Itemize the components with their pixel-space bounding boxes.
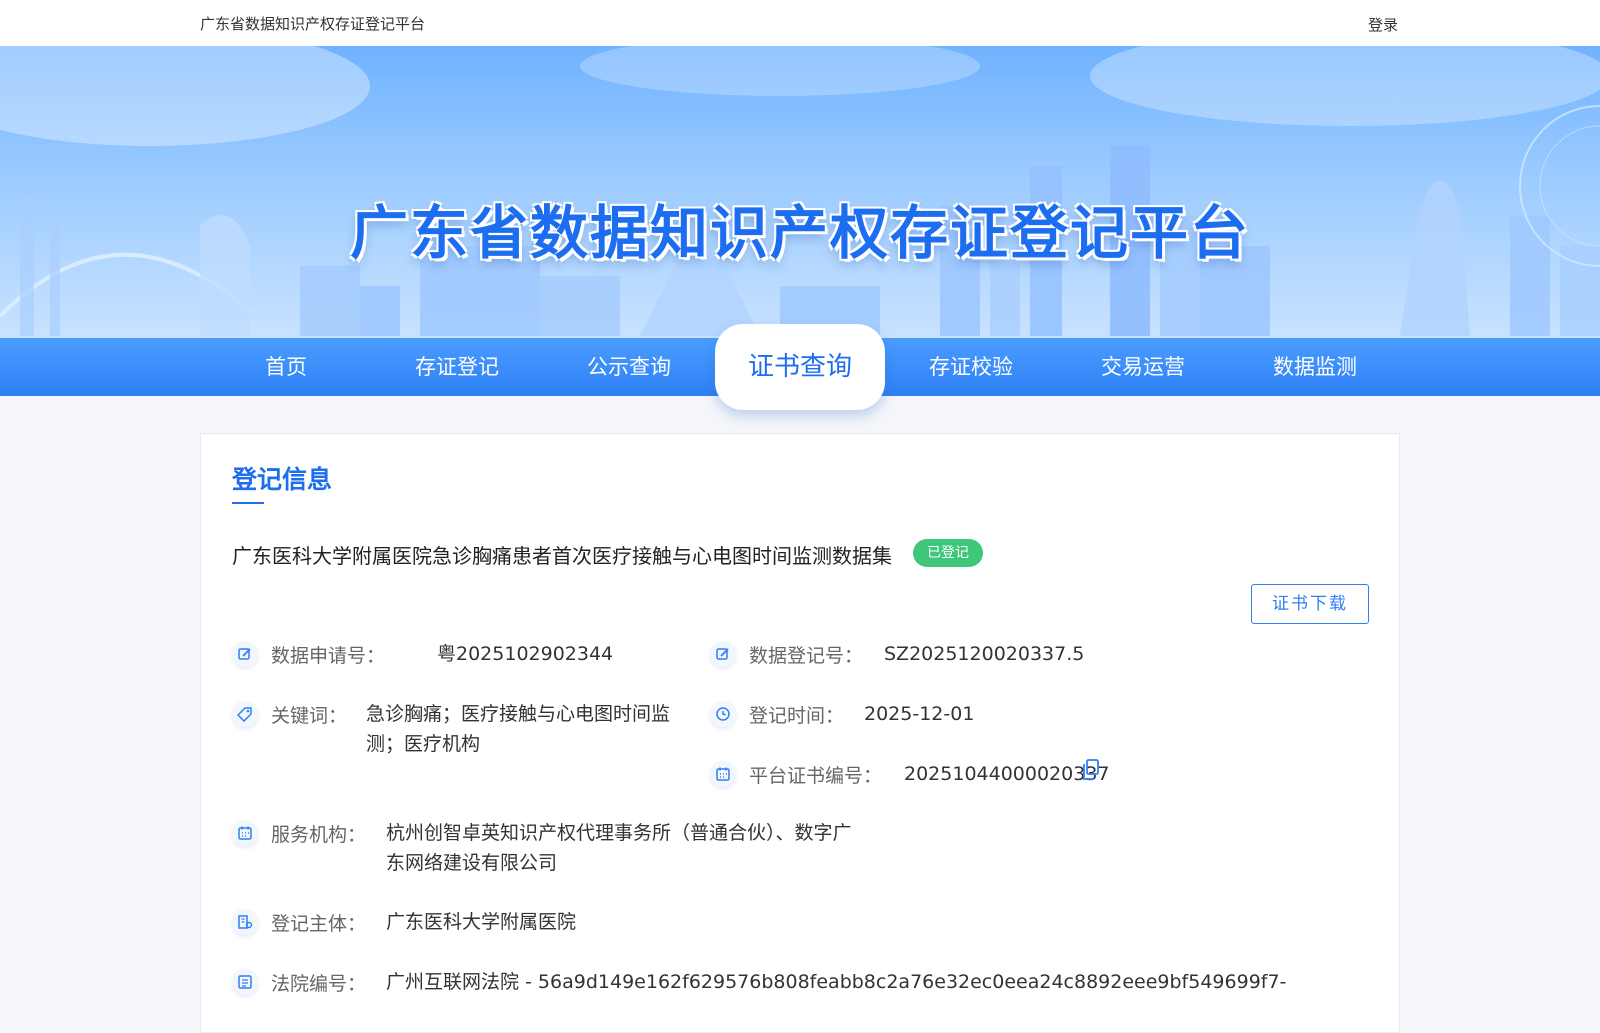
field-label: 服务机构： <box>271 824 367 846</box>
court-no-value: 广州互联网法院 - 56a9d149e162f629576b808feabb8c… <box>386 971 1287 993</box>
registration-info-card: 登记信息 广东医科大学附属医院急诊胸痛患者首次医疗接触与心电图时间监测数据集 已… <box>200 433 1400 1033</box>
field-court-no: 法院编号： 广州互联网法院 - 56a9d149e162f629576b808f… <box>232 969 1372 999</box>
field-service-org: 服务机构： 杭州创智卓英知识产权代理事务所（普通合伙）、数字广 东网络建设有限公… <box>232 820 912 890</box>
registration-no-value: SZ2025120020337.5 <box>884 643 1085 665</box>
field-label: 数据登记号： <box>749 645 864 667</box>
main-nav: 首页 存证登记 公示查询 证书查询 存证校验 交易运营 数据监测 <box>0 324 1600 410</box>
dataset-title: 广东医科大学附属医院急诊胸痛患者首次医疗接触与心电图时间监测数据集 <box>232 544 892 568</box>
service-org-value-line1: 杭州创智卓英知识产权代理事务所（普通合伙）、数字广 <box>386 822 852 844</box>
section-title: 登记信息 <box>232 465 333 494</box>
field-label: 平台证书编号： <box>749 765 883 787</box>
clock-icon <box>710 701 736 727</box>
field-label: 数据申请号： <box>271 645 386 667</box>
top-bar: 广东省数据知识产权存证登记平台 登录 <box>0 0 1600 46</box>
edit-icon <box>710 641 736 667</box>
edit-icon <box>232 641 258 667</box>
registrant-value: 广东医科大学附属医院 <box>386 911 577 933</box>
calendar-icon <box>232 820 258 846</box>
document-icon <box>232 969 258 995</box>
nav-monitor[interactable]: 数据监测 <box>1230 338 1400 396</box>
certificate-no-value: 20251044000020337 <box>904 763 1110 785</box>
banner-title: 广东省数据知识产权存证登记平台 <box>349 199 1250 267</box>
field-application-no: 数据申请号： 粤2025102902344 <box>232 641 672 671</box>
field-registrant: 登记主体： 广东医科大学附属医院 <box>232 909 732 939</box>
section-underline <box>232 502 264 504</box>
certificate-download-button[interactable]: 证书下载 <box>1251 584 1369 624</box>
site-name: 广东省数据知识产权存证登记平台 <box>200 15 426 33</box>
application-no-value: 粤2025102902344 <box>437 643 614 665</box>
registration-time-value: 2025-12-01 <box>864 703 975 725</box>
calendar-icon <box>710 761 736 787</box>
nav-certificate-query[interactable]: 证书查询 <box>715 324 885 410</box>
service-org-value-line2: 东网络建设有限公司 <box>386 852 558 874</box>
keywords-value-line2: 测；医疗机构 <box>366 733 481 755</box>
nav-public-query[interactable]: 公示查询 <box>544 338 714 396</box>
field-label: 关键词： <box>271 705 348 727</box>
field-registration-time: 登记时间： 2025-12-01 <box>710 701 1110 731</box>
login-link[interactable]: 登录 <box>1368 14 1398 35</box>
status-badge: 已登记 <box>913 539 983 567</box>
field-label: 登记时间： <box>749 705 845 727</box>
copy-icon[interactable] <box>1082 759 1100 786</box>
keywords-value-line1: 急诊胸痛；医疗接触与心电图时间监 <box>366 703 671 725</box>
hero-banner: 广东省数据知识产权存证登记平台 <box>0 46 1600 338</box>
field-label: 登记主体： <box>271 913 367 935</box>
field-label: 法院编号： <box>271 973 367 995</box>
building-icon <box>232 909 258 935</box>
field-keywords: 关键词： 急诊胸痛；医疗接触与心电图时间监 测；医疗机构 <box>232 701 692 771</box>
nav-verify[interactable]: 存证校验 <box>886 338 1056 396</box>
field-registration-no: 数据登记号： SZ2025120020337.5 <box>710 641 1210 671</box>
nav-register[interactable]: 存证登记 <box>372 338 542 396</box>
nav-trade[interactable]: 交易运营 <box>1058 338 1228 396</box>
field-certificate-no: 平台证书编号： 20251044000020337 <box>710 759 1210 791</box>
tag-icon <box>232 701 258 727</box>
nav-home[interactable]: 首页 <box>201 338 371 396</box>
